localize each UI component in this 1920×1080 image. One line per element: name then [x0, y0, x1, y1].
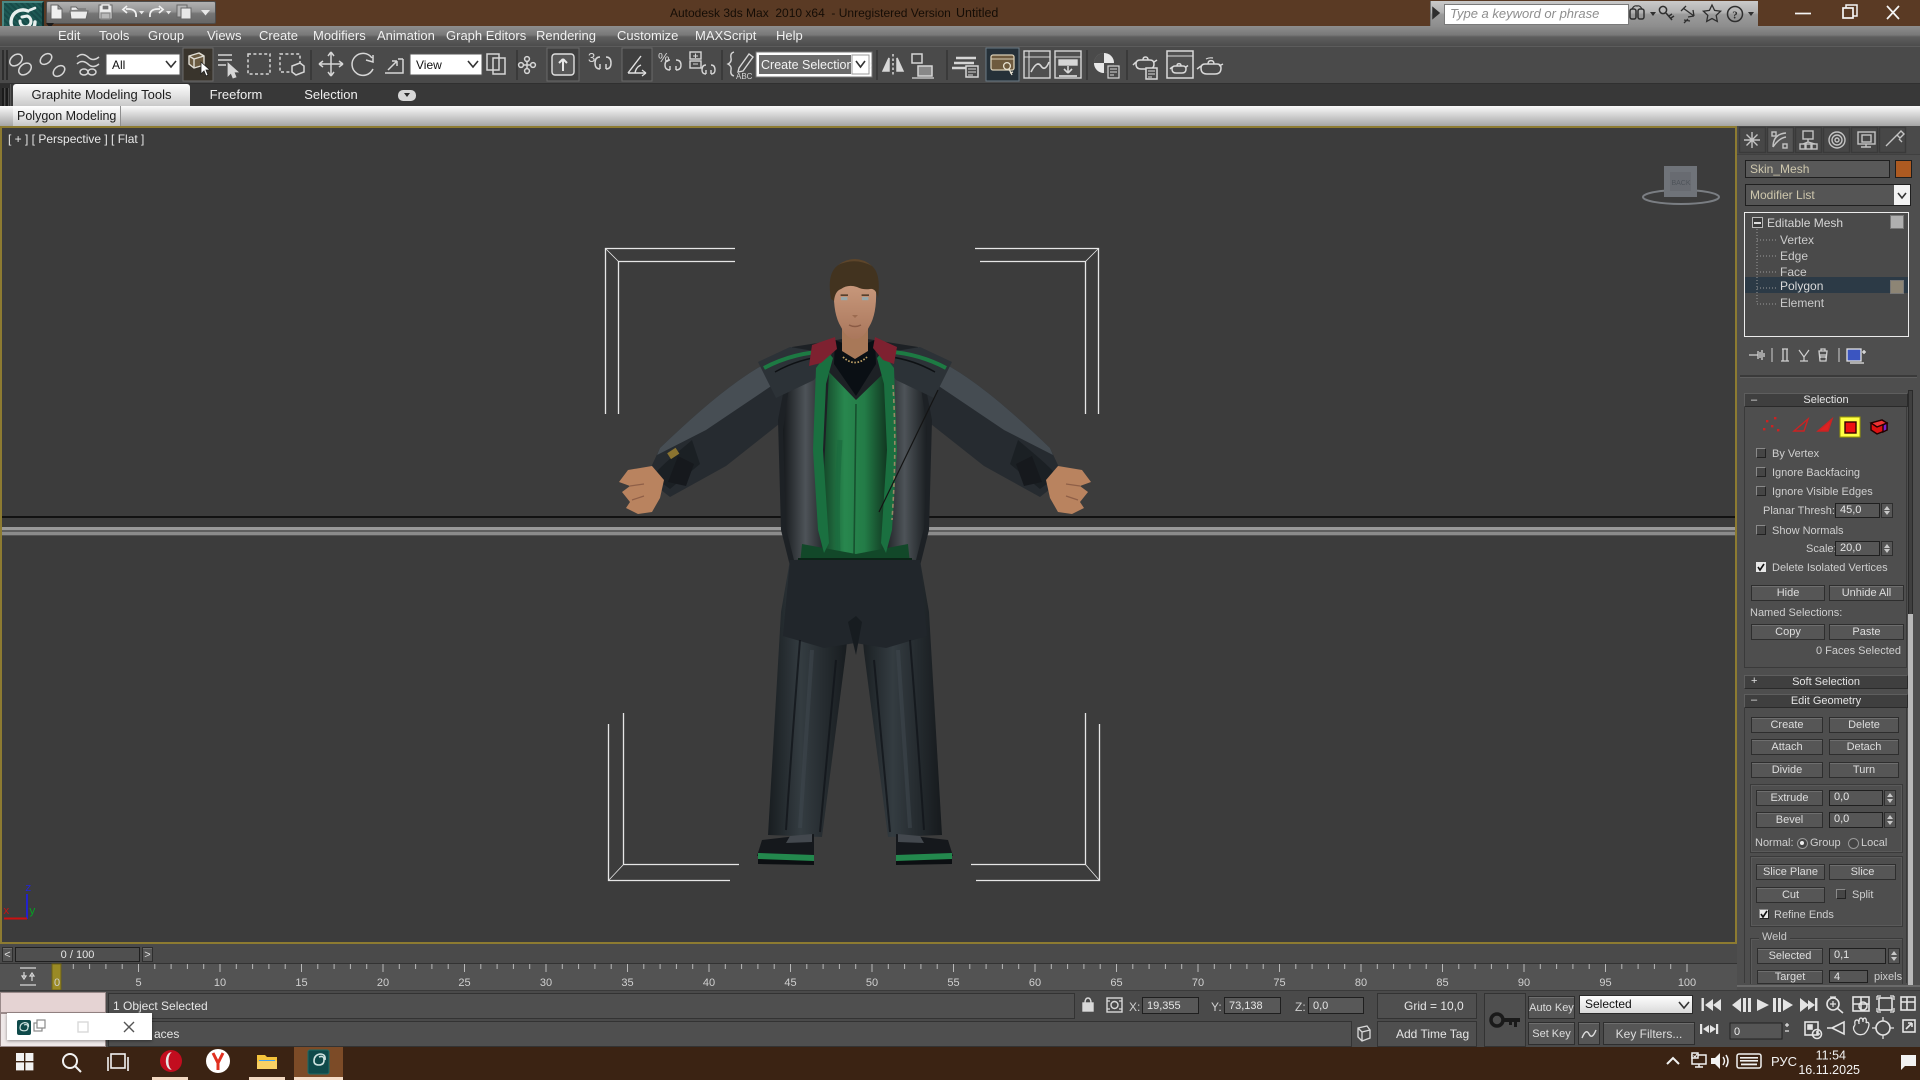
svg-text:z: z	[25, 883, 32, 895]
svg-text:BACK: BACK	[1671, 180, 1690, 187]
svg-text:[ + ] [ Perspective ] [ Flat ]: [ + ] [ Perspective ] [ Flat ]	[8, 132, 144, 146]
svg-text:x: x	[3, 906, 10, 918]
svg-text:y: y	[29, 906, 36, 918]
